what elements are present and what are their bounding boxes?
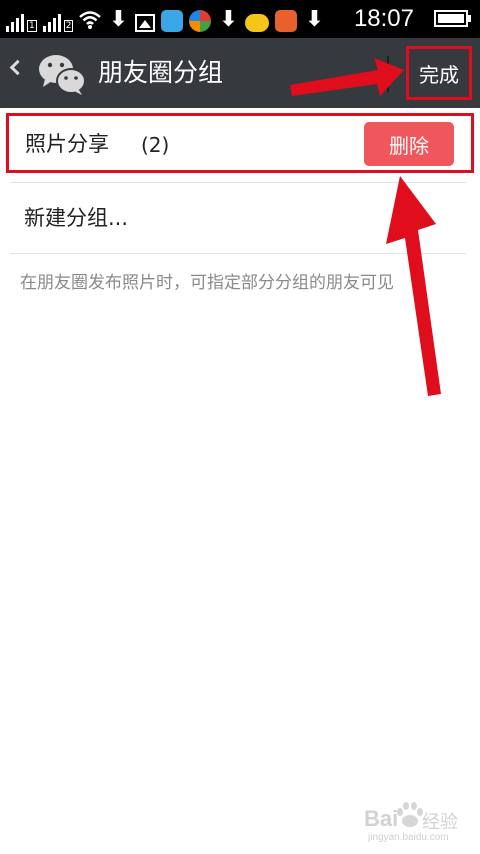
divider	[10, 253, 466, 254]
page-title: 朋友圈分组	[98, 58, 224, 87]
done-button[interactable]: 完成	[406, 46, 472, 100]
wechat-logo-icon	[39, 55, 86, 95]
sim-2-label: 2	[63, 20, 74, 32]
group-name: 照片分享	[25, 132, 109, 156]
title-divider	[387, 56, 389, 92]
download-icon: ⬇	[305, 7, 324, 32]
new-group-label: 新建分组...	[24, 206, 129, 230]
download-icon: ⬇	[109, 7, 128, 32]
app-icon	[161, 10, 184, 32]
sim-1-label: 1	[27, 20, 37, 32]
wifi-icon	[79, 8, 102, 32]
image-icon	[135, 14, 156, 32]
watermark-brand: Bai	[364, 806, 399, 831]
app-icon	[189, 10, 212, 32]
battery-icon	[434, 10, 471, 27]
watermark-brand-suffix: 经验	[422, 812, 458, 833]
new-group-item[interactable]: 新建分组...	[0, 183, 480, 253]
weather-alert-icon	[245, 14, 270, 32]
back-icon[interactable]	[9, 59, 26, 76]
signal-icon: 2	[42, 10, 74, 32]
delete-button[interactable]: 删除	[364, 122, 454, 166]
app-icon	[275, 10, 298, 32]
group-row-photo-share[interactable]: 照片分享 (2) 删除	[6, 113, 474, 173]
status-icons: 1 2 ⬇ ⬇ ⬇	[6, 6, 325, 32]
watermark: Bai 经验 jingyan.baidu.com	[364, 800, 476, 846]
hint-text: 在朋友圈发布照片时，可指定部分分组的朋友可见	[20, 273, 394, 293]
status-bar: 1 2 ⬇ ⬇ ⬇ 18:07	[0, 0, 480, 38]
clock: 18:07	[353, 5, 414, 32]
signal-icon: 1	[6, 10, 37, 32]
group-member-count: (2)	[141, 133, 170, 157]
download-icon: ⬇	[219, 7, 238, 32]
title-bar: 朋友圈分组 完成	[0, 38, 480, 108]
watermark-url: jingyan.baidu.com	[368, 832, 449, 843]
